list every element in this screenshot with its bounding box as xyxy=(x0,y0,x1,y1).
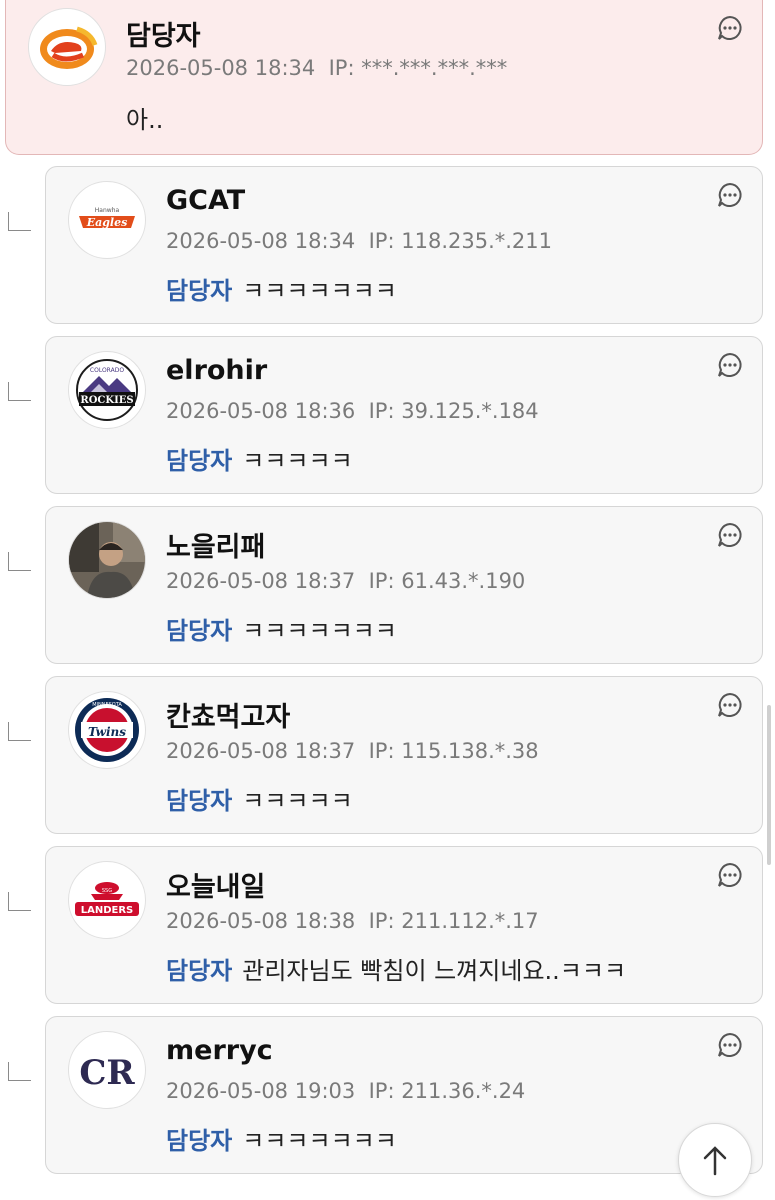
mention-link[interactable]: 담당자 xyxy=(166,447,232,475)
ip-label: IP: xyxy=(368,399,395,423)
scroll-to-top-button[interactable] xyxy=(678,1123,752,1197)
comment-date: 2026-05-08 18:37 xyxy=(166,739,356,763)
comment-meta: 2026-05-08 18:34 IP: 118.235.*.211 xyxy=(166,229,552,253)
reply-text: ㅋㅋㅋㅋㅋㅋㅋ xyxy=(242,1127,397,1155)
comment-ip: 115.138.*.38 xyxy=(401,739,539,763)
reply-text: ㅋㅋㅋㅋㅋㅋㅋ xyxy=(242,617,397,645)
mention-link[interactable]: 담당자 xyxy=(166,617,232,645)
mention-link[interactable]: 담당자 xyxy=(166,957,232,985)
comment-date: 2026-05-08 18:36 xyxy=(166,399,356,423)
comment-author[interactable]: elrohir xyxy=(166,355,267,386)
comment-date: 2026-05-08 18:34 xyxy=(126,56,316,80)
comment-ip: 211.36.*.24 xyxy=(401,1079,526,1103)
reply-text: 관리자님도 빡침이 느껴지네요..ㅋㅋㅋ xyxy=(242,957,627,985)
eagle-e-logo-icon[interactable] xyxy=(28,8,106,86)
comment-meta: 2026-05-08 18:37 IP: 61.43.*.190 xyxy=(166,569,525,593)
ip-label: IP: xyxy=(368,909,395,933)
comment-meta: 2026-05-08 18:38 IP: 211.112.*.17 xyxy=(166,909,539,933)
reply-text: ㅋㅋㅋㅋㅋ xyxy=(242,787,353,815)
comment-author[interactable]: 담당자 xyxy=(126,14,201,53)
comment-meta: 2026-05-08 19:03 IP: 211.36.*.24 xyxy=(166,1079,525,1103)
comment-date: 2026-05-08 19:03 xyxy=(166,1079,356,1103)
ip-label: IP: xyxy=(328,56,355,80)
svg-text:ROCKIES: ROCKIES xyxy=(80,395,133,406)
ip-label: IP: xyxy=(368,229,395,253)
reply-bubble-icon[interactable] xyxy=(716,351,744,379)
colorado-rockies-logo-icon[interactable]: ROCKIES COLORADO xyxy=(68,351,146,429)
comment-author[interactable]: GCAT xyxy=(166,185,245,216)
reply-comment: Twins MINNESOTA 칸쵸먹고자 2026-05-08 18:37 IP: … xyxy=(45,676,763,834)
arrow-up-icon xyxy=(703,1146,727,1176)
svg-text:Eagles: Eagles xyxy=(86,216,128,229)
ip-label: IP: xyxy=(368,1079,395,1103)
comment-text: 담당자 ㅋㅋㅋㅋㅋㅋㅋ xyxy=(166,271,397,306)
comment-ip: 39.125.*.184 xyxy=(401,399,539,423)
reply-comment: 노을리패 2026-05-08 18:37 IP: 61.43.*.190 담당자 ㅋ… xyxy=(45,506,763,664)
reply-text: ㅋㅋㅋㅋㅋ xyxy=(242,447,353,475)
comment-text: 담당자 관리자님도 빡침이 느껴지네요..ㅋㅋㅋ xyxy=(166,951,626,986)
reply-bubble-icon[interactable] xyxy=(716,691,744,719)
comment-meta: 2026-05-08 18:34 IP: ***.***.***.*** xyxy=(126,56,507,80)
svg-text:SSG: SSG xyxy=(102,888,112,894)
cr-monogram-logo-icon[interactable]: CR xyxy=(68,1031,146,1109)
comment-ip: ***.***.***.*** xyxy=(361,56,508,80)
person-photo-avatar-icon[interactable] xyxy=(68,521,146,599)
comment-author[interactable]: 노을리패 xyxy=(166,525,265,564)
svg-text:Twins: Twins xyxy=(88,725,126,739)
reply-text: ㅋㅋㅋㅋㅋㅋㅋ xyxy=(242,277,397,305)
comment-meta: 2026-05-08 18:37 IP: 115.138.*.38 xyxy=(166,739,539,763)
reply-indent-icon xyxy=(8,1062,31,1081)
reply-bubble-icon[interactable] xyxy=(716,521,744,549)
comment-text: 담당자 ㅋㅋㅋㅋㅋ xyxy=(166,781,353,816)
svg-text:MINNESOTA: MINNESOTA xyxy=(92,702,122,708)
ip-label: IP: xyxy=(368,569,395,593)
reply-indent-icon xyxy=(8,552,31,571)
comment-text: 담당자 ㅋㅋㅋㅋㅋㅋㅋ xyxy=(166,1121,397,1156)
svg-text:CR: CR xyxy=(79,1053,135,1093)
svg-text:LANDERS: LANDERS xyxy=(81,905,134,916)
main-comment: 담당자 2026-05-08 18:34 IP: ***.***.***.***… xyxy=(5,0,763,155)
reply-bubble-icon[interactable] xyxy=(716,14,744,42)
comment-date: 2026-05-08 18:37 xyxy=(166,569,356,593)
mention-link[interactable]: 담당자 xyxy=(166,1127,232,1155)
reply-bubble-icon[interactable] xyxy=(716,861,744,889)
reply-comment: CR merryc 2026-05-08 19:03 IP: 211.36.*.24… xyxy=(45,1016,763,1174)
comment-meta: 2026-05-08 18:36 IP: 39.125.*.184 xyxy=(166,399,539,423)
mention-link[interactable]: 담당자 xyxy=(166,277,232,305)
comment-text: 담당자 ㅋㅋㅋㅋㅋㅋㅋ xyxy=(166,611,397,646)
reply-indent-icon xyxy=(8,382,31,401)
scrollbar-thumb[interactable] xyxy=(767,705,771,865)
svg-text:Hanwha: Hanwha xyxy=(95,207,120,214)
comment-ip: 118.235.*.211 xyxy=(401,229,553,253)
ip-label: IP: xyxy=(368,739,395,763)
reply-comment: SSG LANDERS 오늘내일 2026-05-08 18:38 IP: 211.1… xyxy=(45,846,763,1004)
comment-ip: 61.43.*.190 xyxy=(401,569,526,593)
comment-author[interactable]: 칸쵸먹고자 xyxy=(166,695,290,734)
comment-ip: 211.112.*.17 xyxy=(401,909,539,933)
comment-text: 아.. xyxy=(126,106,164,134)
reply-indent-icon xyxy=(8,892,31,911)
ssg-landers-logo-icon[interactable]: SSG LANDERS xyxy=(68,861,146,939)
reply-bubble-icon[interactable] xyxy=(716,181,744,209)
comment-date: 2026-05-08 18:34 xyxy=(166,229,356,253)
reply-bubble-icon[interactable] xyxy=(716,1031,744,1059)
reply-comment: Hanwha Eagles GCAT 2026-05-08 18:34 IP: 118… xyxy=(45,166,763,324)
mention-link[interactable]: 담당자 xyxy=(166,787,232,815)
reply-indent-icon xyxy=(8,722,31,741)
comment-author[interactable]: merryc xyxy=(166,1035,273,1066)
comment-date: 2026-05-08 18:38 xyxy=(166,909,356,933)
comment-author[interactable]: 오늘내일 xyxy=(166,865,265,904)
comment-text: 담당자 ㅋㅋㅋㅋㅋ xyxy=(166,441,353,476)
reply-comment: ROCKIES COLORADO elrohir 2026-05-08 18:36 I… xyxy=(45,336,763,494)
svg-text:COLORADO: COLORADO xyxy=(90,367,124,374)
hanwha-eagles-logo-icon[interactable]: Hanwha Eagles xyxy=(68,181,146,259)
reply-indent-icon xyxy=(8,212,31,231)
minnesota-twins-logo-icon[interactable]: Twins MINNESOTA xyxy=(68,691,146,769)
